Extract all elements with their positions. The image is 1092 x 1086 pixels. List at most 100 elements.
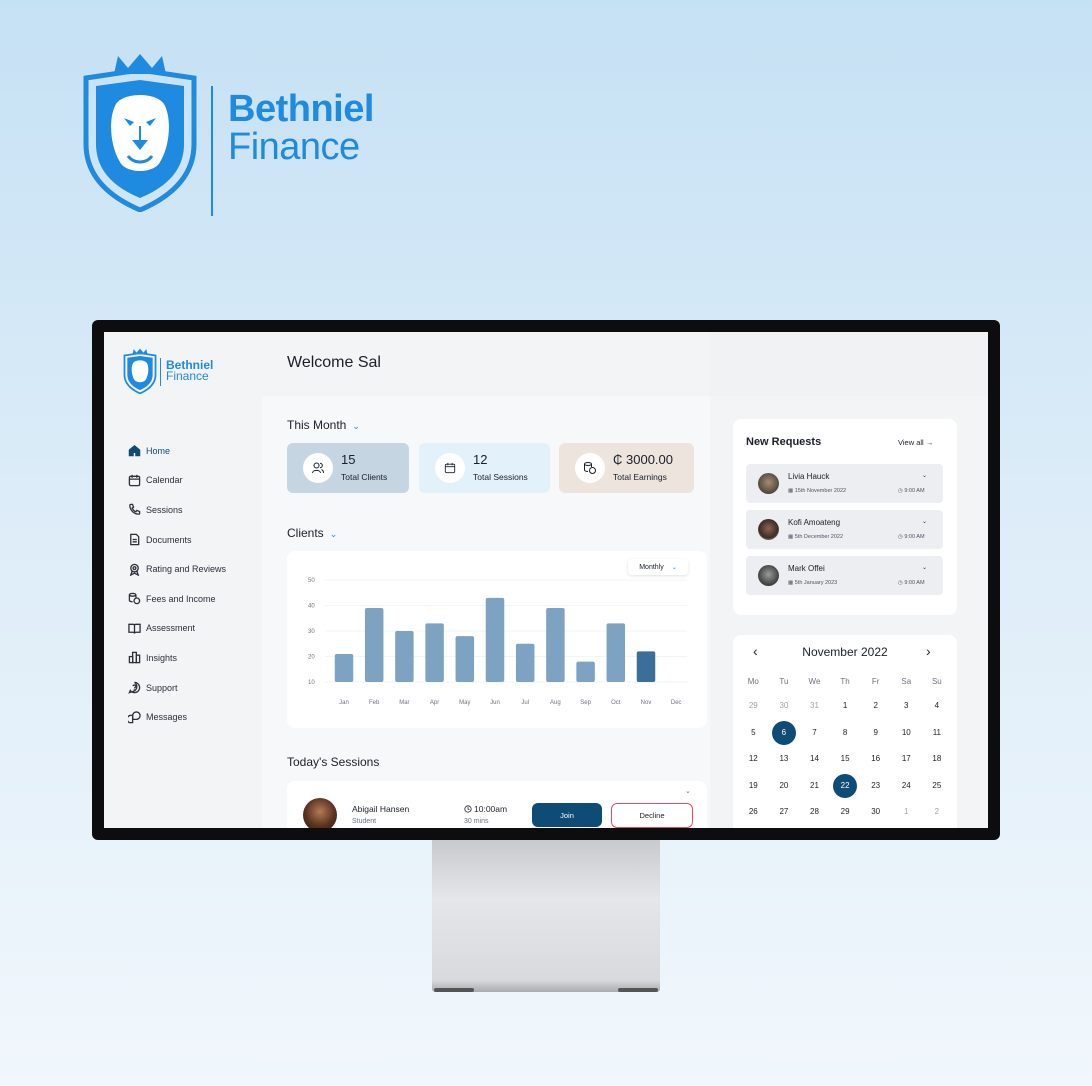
stat-card-total-sessions[interactable]: 12 Total Sessions [419,443,550,493]
sidebar-item-fees-and-income[interactable]: Fees and Income [128,584,226,614]
calendar-day-number: 20 [779,780,789,790]
calendar-day[interactable]: 24 [891,773,922,800]
calendar-day[interactable]: 28 [799,799,830,826]
calendar-day[interactable]: 4 [922,693,953,720]
sidebar-item-documents[interactable]: Documents [128,525,226,555]
request-item[interactable]: Kofi Amoateng ▦ 5th December 2022 ◷ 9:00… [746,510,943,549]
calendar-day[interactable]: 30 [860,799,891,826]
rating-icon [129,563,140,576]
dashboard-screen: Bethniel Finance Home Calendar Sessions [104,332,988,828]
chevron-down-icon[interactable]: ⌄ [685,787,691,795]
calendar-day-number: 1 [842,701,848,710]
calendar-icon [128,474,141,487]
bar-mar[interactable] [395,631,414,682]
calendar-grid: Mo Tu We Th Fr Sa Su 29 30 31 1 2 3 4 5 6 7 8 9 10 11 12 13 14 1… [738,671,952,826]
calendar-day[interactable]: 13 [769,746,800,773]
clients-dropdown[interactable]: Clients ⌄ [287,526,337,540]
sidebar-item-insights[interactable]: Insights [128,643,226,673]
calendar-day[interactable]: 23 [860,773,891,800]
calendar-day[interactable]: 3 [891,693,922,720]
join-button[interactable]: Join [532,803,602,827]
bar-jun[interactable] [485,597,505,682]
calendar-day[interactable]: 25 [922,773,953,800]
calendar-day-selected[interactable]: 22 [830,773,861,800]
calendar-day[interactable]: 17 [891,746,922,773]
calendar-day[interactable]: 16 [860,746,891,773]
session-time: 10:00am [464,804,507,814]
calendar-day[interactable]: 29 [830,799,861,826]
calendar-day[interactable]: 15 [830,746,861,773]
calendar-day[interactable]: 7 [799,720,830,747]
sidebar-item-calendar[interactable]: Calendar [128,466,226,496]
calendar-month-title: November 2022 [802,645,888,659]
calendar-day[interactable]: 30 [769,693,800,720]
calendar-day[interactable]: 9 [860,720,891,747]
calendar-day-number: 19 [748,780,758,790]
request-item[interactable]: Mark Offei ▦ 5th January 2023 ◷ 9:00 AM … [746,556,943,595]
calendar-day[interactable]: 8 [830,720,861,747]
calendar-day[interactable]: 21 [799,773,830,800]
sidebar-item-label: Messages [146,712,188,723]
calendar-icon: ▦ [788,534,794,540]
sidebar-item-home[interactable]: Home [128,436,226,466]
chevron-down-icon[interactable]: ⌄ [922,518,927,525]
chevron-down-icon[interactable]: ⌄ [922,564,927,571]
bar-aug[interactable] [546,608,565,682]
calendar-day[interactable]: 18 [922,746,953,773]
bar-sep[interactable] [576,661,595,682]
calendar-day[interactable]: 14 [799,746,830,773]
sidebar-item-sessions[interactable]: Sessions [128,495,226,525]
calendar-day-number: 3 [904,701,909,710]
bar-jul[interactable] [515,643,535,682]
avatar [758,565,779,586]
calendar-day[interactable]: 1 [891,799,922,826]
calendar-day[interactable]: 11 [922,720,953,747]
bar-oct[interactable] [606,623,626,682]
calendar-day[interactable]: 20 [769,773,800,800]
view-all-link[interactable]: View all → [898,438,933,447]
calendar-day[interactable]: 2 [922,799,953,826]
bar-apr[interactable] [425,623,444,682]
calendar-day[interactable]: 19 [738,773,769,800]
calendar-day[interactable]: 10 [891,720,922,747]
sidebar-item-rating-and-reviews[interactable]: Rating and Reviews [128,554,226,584]
chevron-down-icon: ⌄ [329,529,338,539]
this-month-dropdown[interactable]: This Month ⌄ [287,418,360,432]
calendar-day-number: 8 [842,727,848,737]
bar-jan[interactable] [334,653,354,682]
request-item[interactable]: Livia Hauck ▦ 15th November 2022 ◷ 9:00 … [746,464,943,503]
period-select-value: Monthly [639,563,664,571]
stat-card-total-earnings[interactable]: ₵ 3000.00 Total Earnings [559,443,694,493]
bar-nov[interactable] [636,651,656,682]
calendar-day-number: 27 [779,807,789,816]
calendar-day[interactable]: 2 [860,693,891,720]
calendar-day-number: 15 [840,754,850,763]
period-select[interactable]: Monthly ⌄ [628,559,688,575]
x-tick-label: Nov [641,700,652,706]
sidebar-item-assessment[interactable]: Assessment [128,614,226,644]
bar-feb[interactable] [364,608,384,682]
chevron-down-icon[interactable]: ⌄ [922,472,927,479]
sidebar-item-support[interactable]: Support [128,673,226,703]
calendar-day[interactable]: 29 [738,693,769,720]
request-name: Mark Offei [788,564,825,573]
clients-bar-chart: 10 20 30 40 50 Jan Feb Mar Apr May Jun Jul Aug Sep Oct… [308,578,687,706]
sidebar-logo[interactable]: Bethniel Finance [122,348,222,394]
sidebar-item-messages[interactable]: Messages [128,702,226,732]
calendar-day[interactable]: 1 [830,693,861,720]
calendar-day[interactable]: 26 [738,799,769,826]
calendar-day[interactable]: 31 [799,693,830,720]
calendar-day[interactable]: 27 [769,799,800,826]
bar-may[interactable] [455,636,475,682]
x-tick-label: Sep [580,700,591,706]
clock-icon: ◷ [898,534,903,540]
calendar-day-selected[interactable]: 6 [769,720,800,747]
decline-button[interactable]: Decline [611,803,693,828]
calendar-day[interactable]: 12 [738,746,769,773]
stat-card-total-clients[interactable]: 15 Total Clients [287,443,409,493]
calendar-day-number: 7 [812,727,817,737]
calendar-day[interactable]: 5 [738,720,769,747]
chevron-right-icon[interactable]: › [926,643,931,659]
request-date-value: 15th November 2022 [794,488,847,494]
session-time-value: 10:00am [474,804,508,814]
